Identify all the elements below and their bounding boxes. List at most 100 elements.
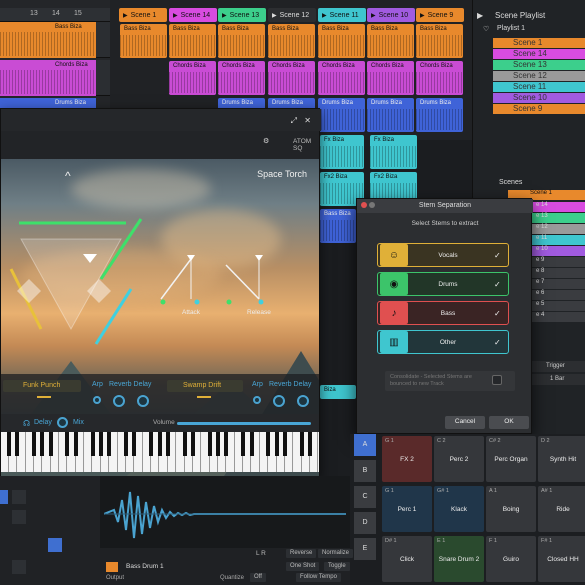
- black-key[interactable]: [73, 432, 78, 456]
- play-icon[interactable]: ▶: [272, 12, 277, 19]
- clip-drums[interactable]: Drums Biza: [416, 98, 463, 132]
- scene-tab[interactable]: ▶ Scene 12: [268, 8, 316, 22]
- quantize-select[interactable]: 1 Bar: [528, 374, 585, 385]
- scene-tab[interactable]: ▶ Scene 9: [416, 8, 464, 22]
- one-shot-button[interactable]: One Shot: [286, 562, 320, 571]
- play-icon[interactable]: ▶: [322, 12, 327, 19]
- cancel-button[interactable]: Cancel: [445, 416, 485, 429]
- black-key[interactable]: [31, 432, 36, 456]
- volume-slider[interactable]: [177, 422, 311, 425]
- drum-pad[interactable]: F 1 Guiro: [486, 536, 536, 582]
- close-dot-icon[interactable]: [361, 202, 367, 208]
- black-key[interactable]: [65, 432, 70, 456]
- black-key[interactable]: [216, 432, 221, 456]
- gear-icon[interactable]: ⚙: [263, 137, 269, 145]
- follow-tempo-button[interactable]: Follow Tempo: [296, 573, 341, 582]
- black-key[interactable]: [266, 432, 271, 456]
- playlist-item[interactable]: Scene 1: [493, 38, 585, 48]
- stem-option-bass[interactable]: ♪ Bass ✓: [377, 301, 509, 325]
- black-key[interactable]: [224, 432, 229, 456]
- bank-button[interactable]: C: [354, 486, 376, 508]
- drum-pad[interactable]: C# 2 Perc Organ: [486, 436, 536, 482]
- scene-list-item[interactable]: e 14: [528, 202, 585, 212]
- scene-list-item[interactable]: e 9: [528, 257, 585, 267]
- clip-bass-partial[interactable]: Bass Biza: [320, 209, 356, 243]
- scene-tab[interactable]: ▶ Scene 14: [169, 8, 217, 22]
- timeline-ruler[interactable]: 13 14 15: [0, 8, 110, 22]
- black-key[interactable]: [40, 432, 45, 456]
- drum-pad[interactable]: G 1 Perc 1: [382, 486, 432, 532]
- stem-option-vocals[interactable]: ☺ Vocals ✓: [377, 243, 509, 267]
- black-key[interactable]: [182, 432, 187, 456]
- clip-chords[interactable]: Chords Biza: [268, 61, 315, 95]
- consolidate-checkbox[interactable]: [492, 375, 502, 385]
- lane-controls[interactable]: [96, 22, 110, 58]
- black-key[interactable]: [165, 432, 170, 456]
- bank-button[interactable]: D: [354, 512, 376, 534]
- playlist-item[interactable]: Scene 11: [493, 82, 585, 92]
- scene-list-item[interactable]: e 6: [528, 290, 585, 300]
- black-key[interactable]: [241, 432, 246, 456]
- drum-pad[interactable]: F# 1 Closed HH: [538, 536, 585, 582]
- clip-fx[interactable]: Fx Biza: [320, 135, 364, 169]
- black-key[interactable]: [15, 432, 20, 456]
- black-key[interactable]: [249, 432, 254, 456]
- black-key[interactable]: [107, 432, 112, 456]
- scene-list-item[interactable]: e 5: [528, 301, 585, 311]
- ok-button[interactable]: OK: [489, 416, 529, 429]
- black-key[interactable]: [283, 432, 288, 456]
- minimize-dot-icon[interactable]: [369, 202, 375, 208]
- close-icon[interactable]: ✕: [304, 116, 311, 125]
- reverb-knob-right[interactable]: [273, 395, 285, 407]
- clip-bass[interactable]: Bass Biza: [218, 24, 265, 58]
- scene-tab[interactable]: ▶ Scene 1: [119, 8, 167, 22]
- track-slot[interactable]: [12, 510, 26, 524]
- black-key[interactable]: [90, 432, 95, 456]
- playlist-item[interactable]: Scene 9: [493, 104, 585, 114]
- black-key[interactable]: [274, 432, 279, 456]
- scene-list-item[interactable]: e 7: [528, 279, 585, 289]
- playlist-name[interactable]: Playlist 1: [497, 25, 525, 32]
- reverse-button[interactable]: Reverse: [286, 549, 317, 558]
- bank-button[interactable]: A: [354, 434, 376, 456]
- black-key[interactable]: [190, 432, 195, 456]
- normalize-button[interactable]: Normalize: [318, 549, 354, 558]
- launch-mode-select[interactable]: Trigger: [528, 361, 585, 372]
- play-icon[interactable]: ▶: [222, 12, 227, 19]
- clip-bass[interactable]: Bass Biza: [416, 24, 463, 58]
- black-key[interactable]: [299, 432, 304, 456]
- scene-list-item[interactable]: e 4: [528, 312, 585, 322]
- heart-icon[interactable]: ♡: [483, 25, 489, 33]
- clip-chords[interactable]: Chords Biza: [367, 61, 414, 95]
- drum-pad[interactable]: A 1 Boing: [486, 486, 536, 532]
- track-slot[interactable]: [12, 490, 26, 504]
- playlist-item[interactable]: Scene 10: [493, 93, 585, 103]
- bank-button[interactable]: E: [354, 538, 376, 560]
- drum-pad[interactable]: G# 1 Klack: [434, 486, 484, 532]
- drum-pad[interactable]: D 2 Synth Hit: [538, 436, 585, 482]
- clip-bass-partial[interactable]: Biza: [320, 385, 356, 399]
- toggle-button[interactable]: Toggle: [324, 562, 350, 571]
- arp-knob[interactable]: [93, 396, 101, 404]
- reverb-knob[interactable]: [113, 395, 125, 407]
- play-icon[interactable]: ▶: [173, 12, 178, 19]
- delay-knob-right[interactable]: [297, 395, 309, 407]
- play-icon[interactable]: ▶: [123, 12, 128, 19]
- scene-list-item[interactable]: e 10: [528, 246, 585, 256]
- lr-label[interactable]: L R: [256, 550, 266, 557]
- black-key[interactable]: [157, 432, 162, 456]
- lane-chords[interactable]: Chords Biza: [0, 60, 96, 96]
- stem-option-other[interactable]: ▥ Other ✓: [377, 330, 509, 354]
- drum-pad[interactable]: A# 1 Ride: [538, 486, 585, 532]
- clip-chords[interactable]: Chords Biza: [218, 61, 265, 95]
- black-key[interactable]: [124, 432, 129, 456]
- bank-button[interactable]: B: [354, 460, 376, 482]
- piano-keyboard[interactable]: [1, 432, 319, 472]
- delay-knob[interactable]: [137, 395, 149, 407]
- drum-pad[interactable]: G 1 FX 2: [382, 436, 432, 482]
- drum-pad[interactable]: E 1 Snare Drum 2: [434, 536, 484, 582]
- black-key[interactable]: [98, 432, 103, 456]
- preset-select-right[interactable]: Swamp Drift: [167, 380, 243, 392]
- clip-chords[interactable]: Chords Biza: [169, 61, 216, 95]
- scene-list-item[interactable]: e 11: [528, 235, 585, 245]
